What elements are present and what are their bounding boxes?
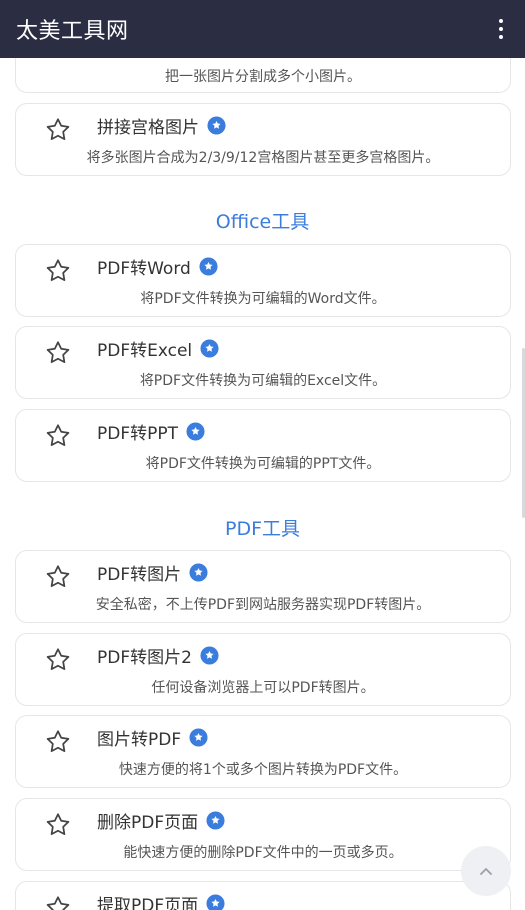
tool-card[interactable]: PDF转图片2 任何设备浏览器上可以PDF转图片。 xyxy=(15,633,511,706)
star-outline-icon[interactable] xyxy=(44,646,72,674)
tool-card-description: 将PDF文件转换为可编辑的PPT文件。 xyxy=(145,456,381,472)
tool-card[interactable]: 图片转PDF 快速方便的将1个或多个图片转换为PDF文件。 xyxy=(15,715,511,788)
verified-badge-icon xyxy=(189,563,208,582)
tool-card-title-row: PDF转图片2 xyxy=(97,643,219,668)
tool-card[interactable]: 把一张图片分割成多个小图片。 xyxy=(15,58,511,93)
more-vertical-icon[interactable] xyxy=(491,14,511,44)
verified-badge-icon xyxy=(200,339,219,358)
verified-badge-icon xyxy=(186,422,205,441)
tool-card-title-row: 图片转PDF xyxy=(97,725,208,750)
tool-card-title-row: 提取PDF页面 xyxy=(97,891,225,910)
verified-badge-icon xyxy=(199,257,218,276)
tool-card-description: 将多张图片合成为2/3/9/12宫格图片甚至更多宫格图片。 xyxy=(86,150,440,166)
app-bar: 太美工具网 xyxy=(0,0,525,58)
tool-card-title: 图片转PDF xyxy=(97,730,182,750)
star-outline-icon[interactable] xyxy=(44,422,72,450)
tool-card-description: 任何设备浏览器上可以PDF转图片。 xyxy=(151,680,375,696)
tool-card-title: 删除PDF页面 xyxy=(97,813,199,833)
tool-card-title-row: PDF转图片 xyxy=(97,560,208,585)
tool-card[interactable]: 提取PDF页面 xyxy=(15,881,511,910)
tool-card-title-row: PDF转Excel xyxy=(97,336,219,361)
tool-card-title-row: 删除PDF页面 xyxy=(97,808,225,833)
tool-card-description: 快速方便的将1个或多个图片转换为PDF文件。 xyxy=(118,762,408,778)
tool-card[interactable]: 拼接宫格图片 将多张图片合成为2/3/9/12宫格图片甚至更多宫格图片。 xyxy=(15,103,511,176)
tool-card-title-row: 拼接宫格图片 xyxy=(97,113,226,138)
tool-card-description: 安全私密，不上传PDF到网站服务器实现PDF转图片。 xyxy=(95,597,431,613)
app-title[interactable]: 太美工具网 xyxy=(16,13,129,45)
star-outline-icon[interactable] xyxy=(44,894,72,910)
tool-card[interactable]: PDF转Excel 将PDF文件转换为可编辑的Excel文件。 xyxy=(15,326,511,399)
tool-card[interactable]: PDF转PPT 将PDF文件转换为可编辑的PPT文件。 xyxy=(15,409,511,482)
tool-card-description: 能快速方便的删除PDF文件中的一页或多页。 xyxy=(123,845,403,861)
section-title-pdf: PDF工具 xyxy=(224,518,301,540)
verified-badge-icon xyxy=(200,646,219,665)
verified-badge-icon xyxy=(206,811,225,830)
tool-list: 把一张图片分割成多个小图片。 拼接宫格图片 将多张图片合成为2/3/9/12宫格… xyxy=(0,58,525,910)
verified-badge-icon xyxy=(206,894,225,910)
star-outline-icon[interactable] xyxy=(44,116,72,144)
tool-card-title: 拼接宫格图片 xyxy=(97,118,199,138)
star-outline-icon[interactable] xyxy=(44,728,72,756)
star-outline-icon[interactable] xyxy=(44,563,72,591)
chevron-up-icon xyxy=(480,868,492,875)
tool-card-title: PDF转PPT xyxy=(97,424,179,444)
star-outline-icon[interactable] xyxy=(44,811,72,839)
star-outline-icon[interactable] xyxy=(44,257,72,285)
section-title-office: Office工具 xyxy=(215,211,310,233)
tool-card-title-row: PDF转Word xyxy=(97,254,218,279)
tool-card-title: PDF转图片2 xyxy=(97,648,192,668)
verified-badge-icon xyxy=(189,728,208,747)
tool-card[interactable]: PDF转图片 安全私密，不上传PDF到网站服务器实现PDF转图片。 xyxy=(15,550,511,623)
tool-card[interactable]: PDF转Word 将PDF文件转换为可编辑的Word文件。 xyxy=(15,244,511,317)
tool-card-title: PDF转图片 xyxy=(97,565,182,585)
tool-card-description: 把一张图片分割成多个小图片。 xyxy=(165,69,361,85)
tool-card-title: PDF转Excel xyxy=(97,341,193,361)
tool-card-title: PDF转Word xyxy=(97,259,191,279)
tool-card-description: 将PDF文件转换为可编辑的Excel文件。 xyxy=(139,373,387,389)
back-to-top-button[interactable] xyxy=(461,846,511,896)
tool-card-description: 将PDF文件转换为可编辑的Word文件。 xyxy=(140,291,386,307)
tool-card[interactable]: 删除PDF页面 能快速方便的删除PDF文件中的一页或多页。 xyxy=(15,798,511,871)
tool-card-title: 提取PDF页面 xyxy=(97,896,199,910)
verified-badge-icon xyxy=(207,116,226,135)
tool-card-title-row: PDF转PPT xyxy=(97,419,205,444)
star-outline-icon[interactable] xyxy=(44,339,72,367)
